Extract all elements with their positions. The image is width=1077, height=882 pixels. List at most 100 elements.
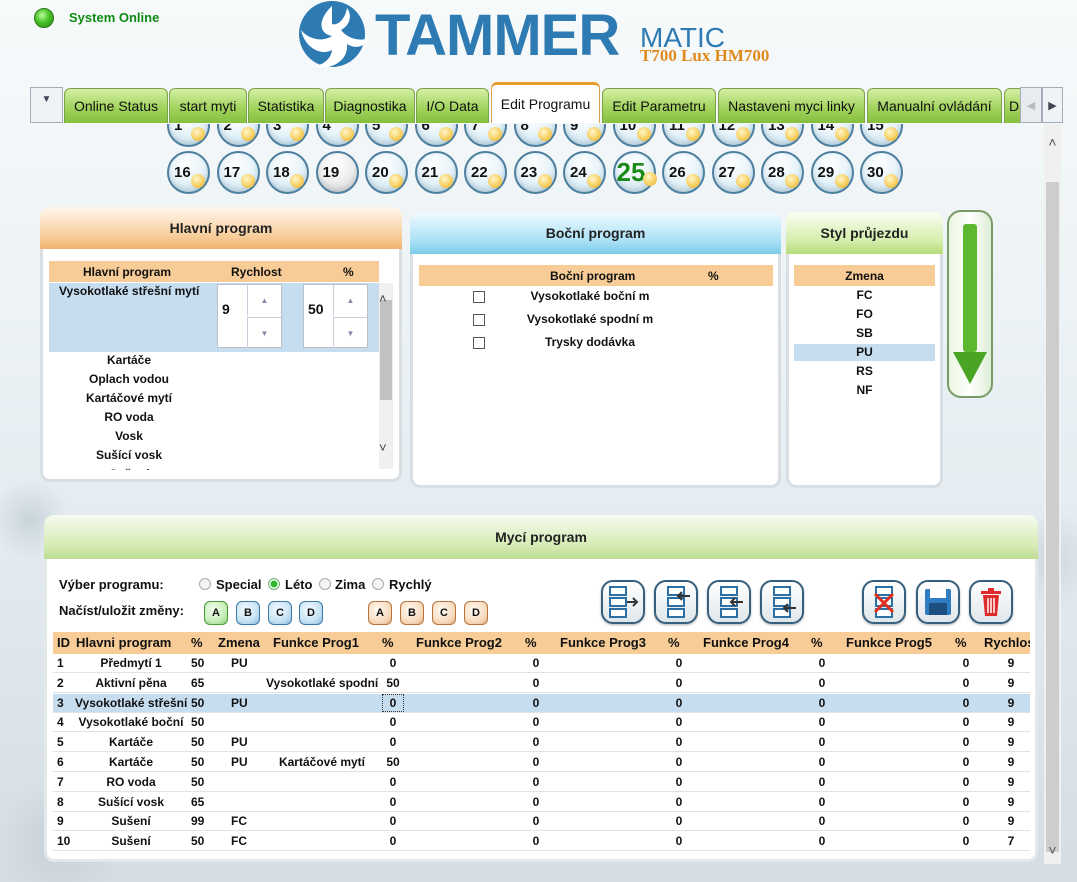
program-button-9[interactable]: 9 bbox=[563, 124, 606, 147]
program-button-14[interactable]: 14 bbox=[810, 124, 854, 147]
table-row[interactable]: 2 Aktivní pěna 65 Vysokotlaké spodní 50 0 0 0 0 9 bbox=[53, 674, 1030, 693]
hlavni-list-item[interactable]: Vosk bbox=[49, 429, 209, 443]
table-row[interactable]: 8 Sušící vosk 65 0 0 0 0 0 9 bbox=[53, 793, 1030, 812]
table-row[interactable]: 6 Kartáče 50 PU Kartáčové mytí 50 0 0 0 0 9 bbox=[53, 753, 1030, 772]
tab-scroll-left-icon[interactable]: ◀ bbox=[1020, 87, 1042, 123]
program-button-7[interactable]: 7 bbox=[464, 124, 507, 147]
program-button-17[interactable]: 17 bbox=[216, 151, 260, 194]
program-button-19[interactable]: 19 bbox=[315, 151, 359, 194]
load-a-button[interactable]: A bbox=[204, 601, 228, 625]
program-button-1[interactable]: 1 bbox=[167, 124, 210, 147]
program-button-8[interactable]: 8 bbox=[513, 124, 557, 147]
hlavni-scrollbar-thumb[interactable] bbox=[380, 300, 392, 400]
program-button-12[interactable]: 12 bbox=[711, 124, 755, 147]
trash-button[interactable] bbox=[969, 580, 1013, 624]
table-row[interactable]: 3 Vysokotlaké střešní 50 PU 0 0 0 0 0 9 bbox=[53, 693, 1030, 713]
program-button-24[interactable]: 24 bbox=[563, 151, 606, 194]
hlavni-list-item[interactable]: Kartáče bbox=[49, 353, 209, 367]
speed-down-icon[interactable]: ▼ bbox=[247, 317, 281, 348]
save-c-button[interactable]: C bbox=[432, 601, 456, 625]
program-button-30[interactable]: 30 bbox=[860, 151, 903, 194]
page-scrollbar-thumb[interactable] bbox=[1046, 182, 1059, 852]
table-row[interactable]: 7 RO voda 50 0 0 0 0 0 9 bbox=[53, 773, 1030, 792]
speed-up-icon[interactable]: ▲ bbox=[247, 285, 281, 316]
hlavni-list-item[interactable]: Sušení bbox=[49, 467, 209, 470]
program-button-16[interactable]: 16 bbox=[167, 151, 210, 194]
save-a-button[interactable]: A bbox=[368, 601, 392, 625]
program-button-26[interactable]: 26 bbox=[662, 151, 705, 194]
program-button-11[interactable]: 11 bbox=[662, 124, 705, 147]
program-button-13[interactable]: 13 bbox=[761, 124, 804, 147]
percent-up-icon[interactable]: ▲ bbox=[333, 285, 367, 316]
hlavni-scroll-up-icon[interactable]: ˄ bbox=[379, 291, 387, 306]
tab-start-myti[interactable]: start myti bbox=[169, 88, 247, 123]
percent-down-icon[interactable]: ▼ bbox=[333, 317, 367, 348]
tab-nastaveni-myci-linky[interactable]: Nastaveni myci linky bbox=[718, 88, 865, 123]
load-c-button[interactable]: C bbox=[268, 601, 292, 625]
load-b-button[interactable]: B bbox=[236, 601, 260, 625]
save-button[interactable] bbox=[916, 580, 960, 624]
table-row[interactable]: 10 Sušení 50 FC 0 0 0 0 0 7 bbox=[53, 832, 1030, 852]
styl-item-pu[interactable]: PU bbox=[794, 344, 935, 361]
program-button-28[interactable]: 28 bbox=[761, 151, 804, 194]
program-button-25[interactable]: 25 bbox=[612, 151, 657, 194]
tab-manualni-ovladani[interactable]: Manualní ovládání bbox=[867, 88, 1002, 123]
radio-special[interactable] bbox=[199, 578, 211, 590]
program-button-3[interactable]: 3 bbox=[266, 124, 309, 147]
program-button-4[interactable]: 4 bbox=[315, 124, 359, 147]
hlavni-list-item[interactable]: RO voda bbox=[49, 410, 209, 424]
tab-diagnostika[interactable]: Diagnostika bbox=[325, 88, 415, 123]
move-row-button[interactable] bbox=[707, 580, 751, 624]
program-button-20[interactable]: 20 bbox=[365, 151, 408, 194]
tab-io-data[interactable]: I/O Data bbox=[416, 88, 489, 123]
hlavni-scroll-down-icon[interactable]: ˅ bbox=[379, 440, 387, 455]
program-button-2[interactable]: 2 bbox=[216, 124, 260, 147]
table-row[interactable]: 1 Předmytí 1 50 PU 0 0 0 0 0 9 bbox=[53, 654, 1030, 673]
styl-item-nf[interactable]: NF bbox=[794, 382, 935, 399]
bocni-checkbox[interactable] bbox=[473, 291, 485, 303]
radio-zima[interactable] bbox=[319, 578, 331, 590]
save-d-button[interactable]: D bbox=[464, 601, 488, 625]
scroll-down-icon[interactable]: ˅ bbox=[1044, 842, 1061, 858]
program-button-10[interactable]: 10 bbox=[612, 124, 656, 147]
program-button-29[interactable]: 29 bbox=[810, 151, 854, 194]
bocni-checkbox[interactable] bbox=[473, 337, 485, 349]
table-row[interactable]: 5 Kartáče 50 PU 0 0 0 0 0 9 bbox=[53, 733, 1030, 753]
program-button-6[interactable]: 6 bbox=[414, 124, 458, 147]
percent-spinner[interactable]: 50 ▲ ▼ bbox=[303, 284, 368, 348]
program-button-23[interactable]: 23 bbox=[513, 151, 557, 194]
tab-edit-parametru[interactable]: Edit Parametru bbox=[602, 88, 716, 123]
program-button-18[interactable]: 18 bbox=[266, 151, 309, 194]
hlavni-list-item[interactable]: Kartáčové mytí bbox=[49, 391, 209, 405]
program-button-21[interactable]: 21 bbox=[414, 151, 458, 194]
delete-row-button[interactable] bbox=[862, 580, 906, 624]
styl-item-fc[interactable]: FC bbox=[794, 287, 935, 304]
program-button-5[interactable]: 5 bbox=[365, 124, 408, 147]
radio-leto[interactable] bbox=[268, 578, 280, 590]
hlavni-list-item[interactable]: Oplach vodou bbox=[49, 372, 209, 386]
move-row-up-button[interactable] bbox=[654, 580, 698, 624]
tab-dropdown-button[interactable]: ▼ bbox=[30, 87, 63, 123]
tab-scroll-right-icon[interactable]: ▶ bbox=[1042, 87, 1063, 123]
styl-item-fo[interactable]: FO bbox=[794, 306, 935, 323]
bocni-checkbox[interactable] bbox=[473, 314, 485, 326]
save-b-button[interactable]: B bbox=[400, 601, 424, 625]
program-button-27[interactable]: 27 bbox=[711, 151, 755, 194]
hlavni-list-item[interactable]: Sušící vosk bbox=[49, 448, 209, 462]
styl-item-sb[interactable]: SB bbox=[794, 325, 935, 342]
tab-online-status[interactable]: Online Status bbox=[64, 88, 168, 123]
radio-rychly[interactable] bbox=[372, 578, 384, 590]
apply-arrow-button[interactable] bbox=[947, 210, 993, 398]
tab-statistika[interactable]: Statistika bbox=[248, 88, 324, 123]
table-row[interactable]: 9 Sušení 99 FC 0 0 0 0 0 9 bbox=[53, 812, 1030, 832]
scroll-up-icon[interactable]: ˄ bbox=[1044, 134, 1061, 150]
load-d-button[interactable]: D bbox=[299, 601, 323, 625]
tab-edit-programu[interactable]: Edit Programu bbox=[491, 82, 600, 123]
table-row[interactable]: 4 Vysokotlaké boční 50 0 0 0 0 0 9 bbox=[53, 713, 1030, 733]
program-button-15[interactable]: 15 bbox=[860, 124, 903, 147]
program-button-22[interactable]: 22 bbox=[464, 151, 507, 194]
insert-row-button[interactable] bbox=[601, 580, 645, 624]
styl-item-rs[interactable]: RS bbox=[794, 363, 935, 380]
move-row-down-button[interactable] bbox=[760, 580, 804, 624]
speed-spinner[interactable]: 9 ▲ ▼ bbox=[217, 284, 282, 348]
